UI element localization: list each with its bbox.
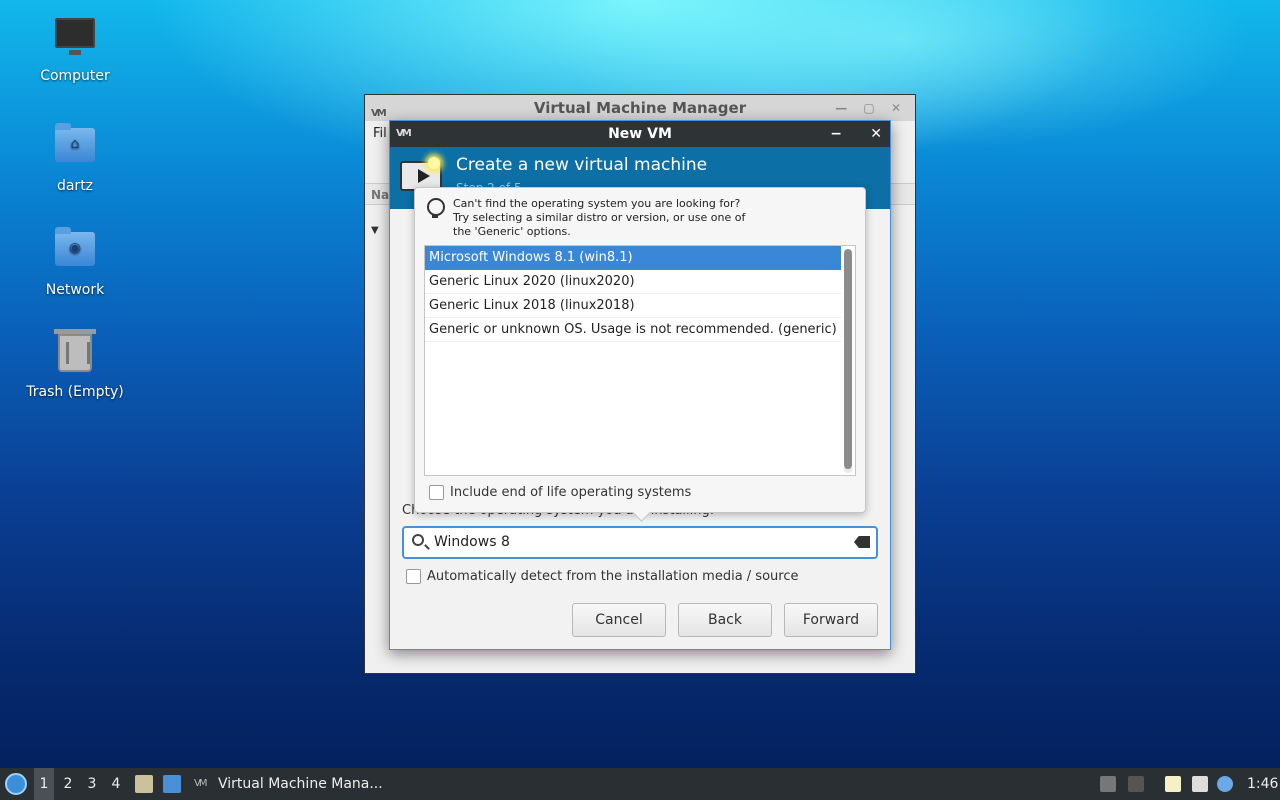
back-button[interactable]: Back: [678, 603, 772, 637]
desktop-icon-trash[interactable]: Trash (Empty): [20, 329, 130, 400]
forward-button[interactable]: Forward: [784, 603, 878, 637]
workspace-1[interactable]: 1: [34, 768, 54, 800]
os-list-scrollbar[interactable]: [844, 249, 852, 473]
search-icon: [412, 534, 424, 546]
clipboard-icon[interactable]: [1165, 776, 1181, 792]
task-virtual-machine-manager[interactable]: Virtual Machine Mana...: [218, 768, 383, 800]
trash-icon: [53, 329, 97, 378]
os-list: Microsoft Windows 8.1 (win8.1) Generic L…: [424, 245, 856, 476]
network-folder-icon: ◉: [53, 227, 97, 276]
os-list-item[interactable]: Generic Linux 2020 (linux2020): [425, 270, 841, 294]
desktop-icon-label: Trash (Empty): [26, 384, 124, 400]
computer-icon: [53, 18, 97, 62]
home-folder-icon: ⌂: [53, 123, 97, 172]
clear-text-icon[interactable]: [854, 536, 870, 548]
autodetect-checkbox[interactable]: [406, 569, 421, 584]
hint-line: the 'Generic' options.: [453, 225, 571, 238]
scrollbar-thumb[interactable]: [844, 249, 852, 469]
eol-option[interactable]: Include end of life operating systems: [429, 485, 691, 500]
hint-text: Can't find the operating system you are …: [453, 197, 745, 239]
os-list-item[interactable]: Generic or unknown OS. Usage is not reco…: [425, 318, 841, 342]
autodetect-label: Automatically detect from the installati…: [427, 569, 799, 584]
minimize-icon[interactable]: −: [830, 121, 842, 147]
new-vm-titlebar[interactable]: VM New VM − ✕: [390, 121, 890, 147]
volume-muted-icon[interactable]: [1128, 776, 1144, 792]
hint-line: Can't find the operating system you are …: [453, 197, 741, 210]
cancel-button[interactable]: Cancel: [572, 603, 666, 637]
clock[interactable]: 1:46: [1247, 768, 1278, 800]
desktop-icon-network[interactable]: ◉ Network: [20, 226, 130, 298]
network-tray-icon[interactable]: [1100, 776, 1116, 792]
os-list-item[interactable]: Microsoft Windows 8.1 (win8.1): [425, 246, 841, 270]
desktop-icon-label: Network: [45, 282, 105, 298]
vmm-titlebar[interactable]: VM Virtual Machine Manager — ▢ ✕: [365, 95, 915, 121]
vm-logo-icon: VM: [396, 128, 412, 139]
column-name[interactable]: Na: [371, 188, 389, 202]
taskbar: 1 2 3 4 VM Virtual Machine Mana... 1:46: [0, 768, 1280, 800]
eol-label: Include end of life operating systems: [450, 485, 692, 500]
start-menu-icon[interactable]: [5, 773, 27, 795]
workspace-2[interactable]: 2: [58, 768, 78, 800]
workspace-3[interactable]: 3: [82, 768, 102, 800]
desktop-icon-computer[interactable]: Computer: [20, 16, 130, 84]
lightbulb-icon: [427, 198, 445, 218]
autodetect-option[interactable]: Automatically detect from the installati…: [406, 569, 798, 584]
window-controls-icon[interactable]: — ▢ ✕: [835, 95, 907, 121]
desktop-icon-label: Computer: [40, 68, 110, 84]
expander-triangle-icon[interactable]: ▼: [371, 225, 379, 236]
header-title: Create a new virtual machine: [456, 155, 708, 175]
os-search-popover: Can't find the operating system you are …: [414, 187, 866, 513]
os-search-input[interactable]: Windows 8: [402, 526, 878, 559]
menu-file[interactable]: Fil: [373, 126, 387, 141]
workspace-4[interactable]: 4: [106, 768, 126, 800]
vmm-logo-icon: VM: [371, 108, 387, 119]
monitor-tray-icon[interactable]: [1192, 776, 1208, 792]
vmm-title: Virtual Machine Manager: [533, 99, 747, 117]
notification-icon[interactable]: [1217, 776, 1233, 792]
file-manager-icon[interactable]: [135, 775, 153, 793]
desktop-icon-label: dartz: [56, 178, 94, 194]
task-vm-logo-icon: VM: [194, 778, 208, 789]
close-icon[interactable]: ✕: [870, 121, 882, 147]
os-search-value[interactable]: Windows 8: [434, 534, 510, 550]
os-list-item[interactable]: Generic Linux 2018 (linux2018): [425, 294, 841, 318]
sparkle-icon: [428, 157, 440, 169]
desktop-icon-dartz[interactable]: ⌂ dartz: [20, 122, 130, 194]
dialog-title: New VM: [608, 126, 672, 142]
show-desktop-icon[interactable]: [163, 775, 181, 793]
hint-line: Try selecting a similar distro or versio…: [453, 211, 746, 224]
eol-checkbox[interactable]: [429, 485, 444, 500]
